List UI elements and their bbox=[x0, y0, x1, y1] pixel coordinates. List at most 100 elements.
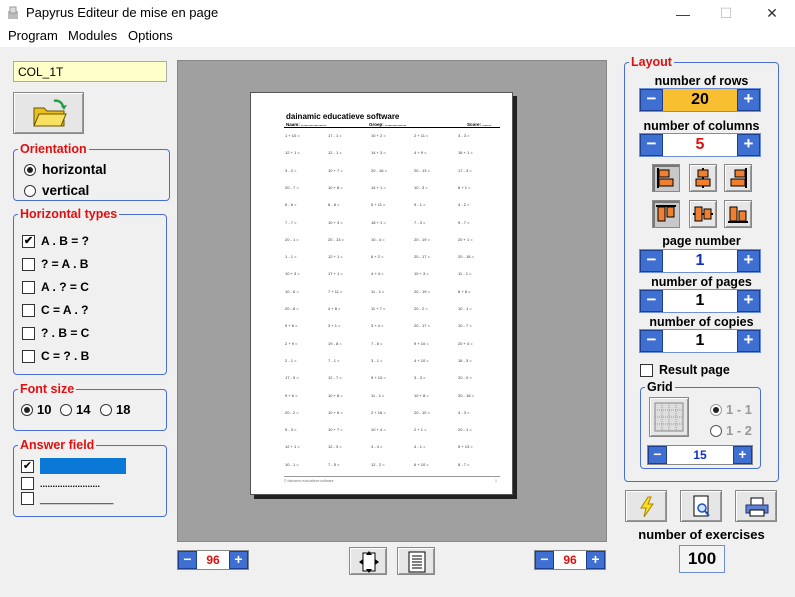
full-page-button[interactable] bbox=[397, 547, 435, 575]
page-number-minus-button[interactable]: − bbox=[640, 250, 663, 272]
type-checkbox-4[interactable]: C = A . ? bbox=[22, 303, 88, 317]
exercise-item: 10 + 3 = bbox=[328, 219, 343, 225]
rows-minus-button[interactable]: − bbox=[640, 89, 663, 111]
radio-label: 14 bbox=[76, 402, 91, 417]
exercise-item: 8 - 7 = bbox=[458, 461, 470, 467]
zoom-left-value[interactable]: 96 bbox=[197, 551, 229, 569]
type-checkbox-2[interactable]: ? = A . B bbox=[22, 257, 88, 271]
copies-stepper: − 1 + bbox=[639, 329, 761, 353]
pages-minus-button[interactable]: − bbox=[640, 290, 663, 312]
rows-value[interactable]: 20 bbox=[663, 89, 737, 111]
file-name-field[interactable]: COL_1T bbox=[13, 61, 167, 82]
exercise-item: 11 - 1 = bbox=[458, 271, 472, 277]
print-preview-button[interactable] bbox=[680, 490, 722, 522]
minimize-button[interactable]: — bbox=[660, 0, 706, 27]
answer-box-option[interactable]: ✔ bbox=[21, 458, 126, 474]
answer-line-sample: ____________ bbox=[40, 492, 114, 505]
type-checkbox-6[interactable]: C = ? . B bbox=[22, 349, 89, 363]
answer-line-option[interactable]: ____________ bbox=[21, 492, 113, 505]
columns-minus-button[interactable]: − bbox=[640, 134, 663, 156]
zoom-right-plus-button[interactable]: + bbox=[586, 551, 605, 569]
align-left-button[interactable] bbox=[652, 164, 680, 192]
type-checkbox-3[interactable]: A . ? = C bbox=[22, 280, 89, 294]
grid-icon bbox=[654, 402, 684, 432]
grid-size-plus-button[interactable]: + bbox=[733, 446, 752, 464]
copies-minus-button[interactable]: − bbox=[640, 330, 663, 352]
grid-radio-1-2[interactable]: 1 - 2 bbox=[710, 423, 752, 438]
exercise-item: 3 - 3 = bbox=[458, 133, 470, 138]
exercise-item: 17 - 9 = bbox=[285, 375, 299, 381]
page-number-plus-button[interactable]: + bbox=[737, 250, 760, 272]
radio-font-10[interactable]: 10 bbox=[21, 402, 51, 417]
grid-radio-1-1[interactable]: 1 - 1 bbox=[710, 402, 752, 417]
columns-plus-button[interactable]: + bbox=[737, 134, 760, 156]
exercise-item: 10 - 1 = bbox=[285, 461, 299, 467]
exercise-item: 5 + 11 = bbox=[371, 202, 386, 208]
exercise-item: 6 - 6 = bbox=[285, 202, 297, 208]
worksheet-title: dainamic educatieve software bbox=[286, 112, 400, 121]
exercise-item: 6 - 8 = bbox=[328, 202, 340, 208]
maximize-button[interactable]: ☐ bbox=[703, 0, 749, 27]
type-checkbox-5[interactable]: ? . B = C bbox=[22, 326, 89, 340]
open-file-button[interactable] bbox=[13, 92, 84, 134]
exercise-item: 10 - 7 = bbox=[458, 323, 472, 329]
align-right-button[interactable] bbox=[724, 164, 752, 192]
radio-vertical[interactable]: vertical bbox=[24, 183, 89, 198]
align-bottom-button[interactable] bbox=[724, 200, 752, 228]
page-icon bbox=[408, 551, 426, 573]
align-middle-button[interactable] bbox=[689, 200, 717, 228]
radio-horizontal[interactable]: horizontal bbox=[24, 162, 107, 177]
pages-value[interactable]: 1 bbox=[663, 290, 737, 312]
rows-plus-button[interactable]: + bbox=[737, 89, 760, 111]
zoom-left-plus-button[interactable]: + bbox=[229, 551, 248, 569]
exercise-item: 10 + 8 = bbox=[328, 184, 343, 190]
checkbox-label: ? = A . B bbox=[41, 257, 89, 271]
answer-dots-option[interactable]: ........................ bbox=[21, 477, 100, 490]
checkbox-icon bbox=[22, 326, 35, 340]
checkbox-icon bbox=[21, 492, 34, 505]
zoom-right-value[interactable]: 96 bbox=[554, 551, 586, 569]
menu-options[interactable]: Options bbox=[128, 28, 173, 43]
printer-icon bbox=[745, 497, 769, 517]
generate-button[interactable] bbox=[625, 490, 667, 522]
zoom-right-minus-button[interactable]: − bbox=[535, 551, 554, 569]
exercise-item: 2 + 1 = bbox=[414, 427, 427, 433]
exercise-item: 10 + 2 = bbox=[371, 133, 386, 138]
type-checkbox-1[interactable]: ✔ A . B = ? bbox=[22, 234, 89, 248]
pages-plus-button[interactable]: + bbox=[737, 290, 760, 312]
exercise-item: 4 - 1 = bbox=[414, 444, 426, 450]
align-center-button[interactable] bbox=[689, 164, 717, 192]
font-size-group: Font size 10 14 18 bbox=[13, 381, 167, 431]
lightning-icon bbox=[640, 496, 654, 518]
exercise-item: 9 + 6 = bbox=[285, 323, 298, 329]
zoom-right-stepper: − 96 + bbox=[534, 550, 606, 570]
page-number-value[interactable]: 1 bbox=[663, 250, 737, 272]
grid-button[interactable] bbox=[649, 397, 689, 437]
exercise-item: 20 + 4 = bbox=[458, 340, 473, 346]
radio-label: 10 bbox=[37, 402, 52, 417]
exercise-item: 20 - 13 = bbox=[414, 167, 430, 173]
exercise-item: 10 + 6 = bbox=[328, 409, 343, 415]
columns-value[interactable]: 5 bbox=[663, 134, 737, 156]
grid-title: Grid bbox=[645, 379, 675, 395]
exercise-item: 20 - 17 = bbox=[414, 254, 430, 260]
menu-modules[interactable]: Modules bbox=[68, 28, 117, 43]
radio-font-14[interactable]: 14 bbox=[60, 402, 90, 417]
result-page-checkbox[interactable]: Result page bbox=[640, 363, 730, 377]
zoom-left-minus-button[interactable]: − bbox=[178, 551, 197, 569]
align-top-button[interactable] bbox=[652, 200, 680, 228]
fit-page-button[interactable] bbox=[349, 547, 387, 575]
align-top-icon bbox=[656, 205, 676, 222]
grid-size-value[interactable]: 15 bbox=[667, 446, 733, 464]
print-button[interactable] bbox=[735, 490, 777, 522]
copies-plus-button[interactable]: + bbox=[737, 330, 760, 352]
exercise-item: 20 - 18 = bbox=[458, 392, 474, 398]
orientation-group: Orientation horizontal vertical bbox=[13, 141, 170, 201]
menu-program[interactable]: Program bbox=[8, 28, 58, 43]
radio-font-18[interactable]: 18 bbox=[100, 402, 130, 417]
copies-value[interactable]: 1 bbox=[663, 330, 737, 352]
exercise-item: 8 + 1 = bbox=[458, 184, 471, 190]
answer-dots-sample: ........................ bbox=[40, 478, 101, 489]
close-button[interactable]: ✕ bbox=[749, 0, 795, 27]
grid-size-minus-button[interactable]: − bbox=[648, 446, 667, 464]
